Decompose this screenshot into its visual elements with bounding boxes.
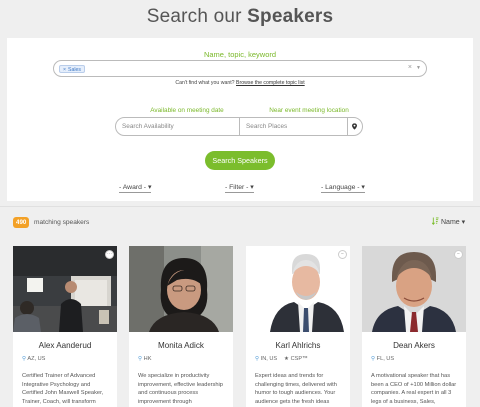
title-strong: Speakers xyxy=(247,6,334,27)
location-pin-icon: ⚲ xyxy=(138,356,143,362)
speaker-name[interactable]: Karl Ahlrichs xyxy=(246,341,350,350)
designation-text: CSP™ xyxy=(290,356,308,362)
language-filter[interactable]: - Language - ▾ xyxy=(321,183,365,193)
keyword-search-input[interactable]: × Sales × ▼ xyxy=(53,60,427,77)
more-options-icon[interactable]: − xyxy=(454,250,463,259)
speaker-photo[interactable] xyxy=(246,246,350,332)
speaker-card[interactable]: − Karl Ahlrichs ⚲ IN, US ★ CSP™ Expert i… xyxy=(246,246,350,407)
award-filter[interactable]: - Award - ▾ xyxy=(119,183,152,193)
speaker-name[interactable]: Dean Akers xyxy=(362,341,466,350)
chip-label: Sales xyxy=(68,67,82,73)
speaker-card[interactable]: − Dean Akers ⚲ FL, US A motivational spe… xyxy=(362,246,466,407)
speaker-location-text: HK xyxy=(143,356,152,362)
topic-help: Can't find what you want? Browse the com… xyxy=(7,80,473,86)
general-filter[interactable]: - Filter - ▾ xyxy=(225,183,254,193)
speaker-description: Expert ideas and trends for challenging … xyxy=(255,373,337,405)
location-pin-icon: ⚲ xyxy=(22,356,27,362)
speaker-location-text: AZ, US xyxy=(27,356,46,362)
results-count-badge: 490 xyxy=(13,217,30,228)
speaker-location: ⚲ FL, US xyxy=(371,356,394,362)
designation-badge: ★ CSP™ xyxy=(284,356,308,362)
more-options-icon[interactable]: ··· xyxy=(105,250,114,259)
page-title: Search our Speakers xyxy=(0,6,480,28)
speaker-name[interactable]: Alex Aanderud xyxy=(13,341,117,350)
location-pin-icon: ⚲ xyxy=(371,356,376,362)
search-speakers-button[interactable]: Search Speakers xyxy=(205,151,275,170)
speaker-location: ⚲ AZ, US xyxy=(22,356,45,362)
sort-label: Name xyxy=(441,219,460,226)
browse-topics-link[interactable]: Browse the complete topic list xyxy=(236,80,305,86)
speaker-location-text: FL, US xyxy=(376,356,395,362)
speaker-description: We specialize in productivity improvemen… xyxy=(138,373,223,405)
search-panel: Name, topic, keyword × Sales × ▼ Can't fi… xyxy=(7,38,473,201)
speaker-card[interactable]: ··· Alex Aanderud ⚲ AZ, US Certified Tra… xyxy=(13,246,117,407)
location-pin-icon: ⚲ xyxy=(255,356,260,362)
results-count-label: matching speakers xyxy=(34,219,90,226)
help-text: Can't find what you want? xyxy=(175,80,235,86)
tag-chip[interactable]: × Sales xyxy=(59,65,86,73)
award-icon: ★ xyxy=(284,356,290,362)
date-label: Available on meeting date xyxy=(150,107,224,114)
speaker-card[interactable]: Monita Adick ⚲ HK We specialize in produ… xyxy=(129,246,233,407)
location-label: Near event meeting location xyxy=(269,107,349,114)
award-filter-label: - Award - xyxy=(119,184,147,191)
clear-icon[interactable]: × xyxy=(408,64,412,71)
speaker-photo[interactable] xyxy=(362,246,466,332)
language-filter-label: - Language - xyxy=(321,184,360,191)
map-pin-icon[interactable] xyxy=(351,123,358,130)
speaker-location: ⚲ IN, US xyxy=(255,356,277,362)
sort-icon xyxy=(432,217,439,225)
speaker-photo[interactable] xyxy=(129,246,233,332)
speaker-description: A motivational speaker that has been a C… xyxy=(371,373,457,405)
speaker-name[interactable]: Monita Adick xyxy=(129,341,233,350)
chevron-down-icon[interactable]: ▼ xyxy=(416,65,421,71)
places-input[interactable]: Search Places xyxy=(240,118,348,135)
speaker-photo[interactable] xyxy=(13,246,117,332)
availability-input[interactable]: Search Availability xyxy=(116,118,240,135)
general-filter-label: - Filter - xyxy=(225,184,249,191)
sort-control[interactable]: Name ▾ xyxy=(432,217,465,226)
section-divider xyxy=(0,206,480,207)
keyword-label: Name, topic, keyword xyxy=(203,50,277,59)
speaker-description: Certified Trainer of Advanced Integrativ… xyxy=(22,373,104,405)
more-options-icon[interactable]: − xyxy=(338,250,347,259)
speaker-location-text: IN, US xyxy=(260,356,278,362)
availability-location-group: Search Availability Search Places xyxy=(115,117,363,136)
chip-remove-icon[interactable]: × xyxy=(63,67,66,73)
speaker-location: ⚲ HK xyxy=(138,356,151,362)
title-prefix: Search our xyxy=(146,6,242,27)
